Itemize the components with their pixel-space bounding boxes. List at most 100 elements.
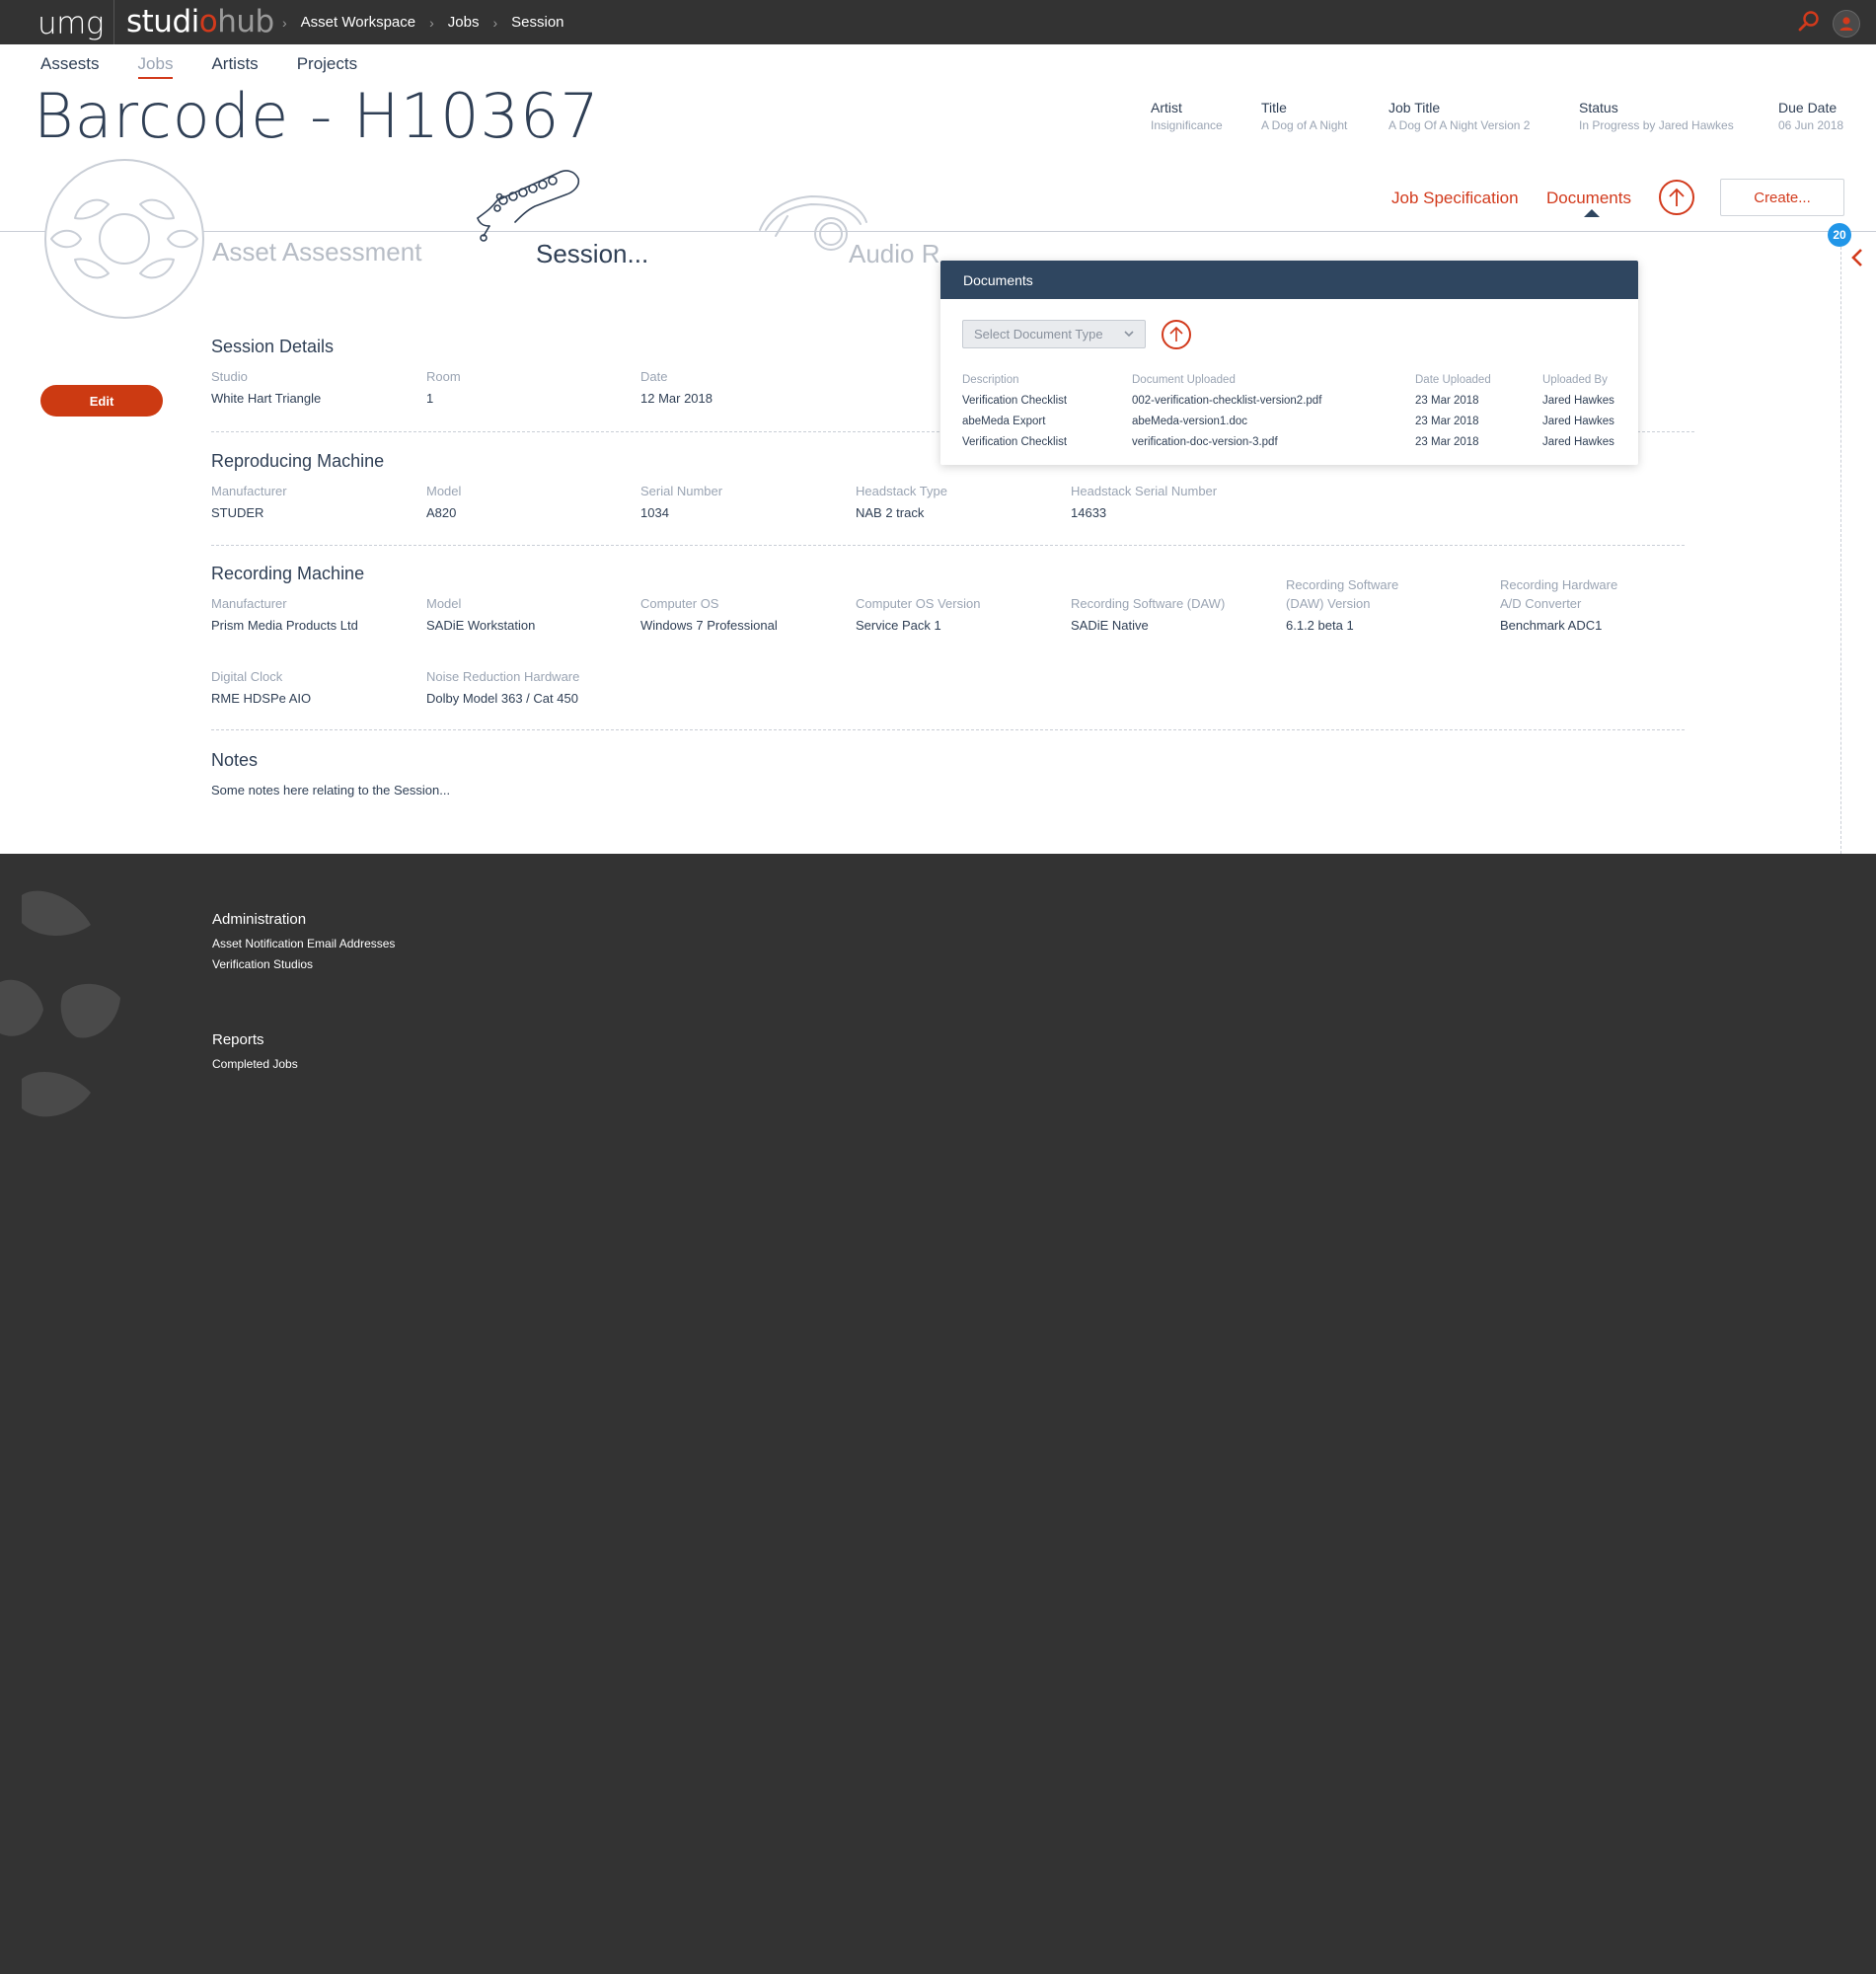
field-value: Benchmark ADC1 [1500,618,1603,633]
tape-reel-icon [44,159,204,319]
document-link[interactable]: verification-doc-version-3.pdf [1132,436,1415,448]
column-header: Description [962,373,1019,386]
field-label: Room [426,369,461,384]
right-panel-rail [1840,232,1841,854]
footer-link-completed-jobs[interactable]: Completed Jobs [212,1057,298,1071]
studiohub-logo[interactable]: studiohub [126,4,274,39]
table-row[interactable]: Verification Checklist 002-verification-… [962,390,1631,411]
user-icon[interactable] [1833,9,1860,38]
column-header: Document Uploaded [1132,373,1236,386]
footer-link-asset-notification[interactable]: Asset Notification Email Addresses [212,937,395,950]
reproducing-machine-title: Reproducing Machine [211,451,385,471]
field-value: 1034 [640,505,669,520]
meta-value: A Dog Of A Night Version 2 [1388,118,1531,132]
meta-label: Job Title [1388,100,1441,115]
field-digital-clock: Digital Clock RME HDSPe AIO [211,667,311,706]
notification-badge[interactable]: 20 [1828,223,1851,247]
document-link[interactable]: abeMeda-version1.doc [1132,416,1415,427]
field-value: SADiE Native [1071,618,1149,633]
field-value: STUDER [211,505,264,520]
field-manufacturer: Manufacturer STUDER [211,482,287,520]
document-link[interactable]: 002-verification-checklist-version2.pdf [1132,395,1415,407]
meta-label: Artist [1151,100,1182,115]
table-cell: 23 Mar 2018 [1415,394,1479,407]
table-row[interactable]: Verification Checklist verification-doc-… [962,431,1631,452]
meta-job-title: Job Title A Dog Of A Night Version 2 [1388,100,1530,132]
job-specification-link[interactable]: Job Specification [1391,189,1519,208]
field-value: 1 [426,391,434,406]
column-header: Date Uploaded [1415,373,1491,386]
field-headstack-type: Headstack Type NAB 2 track [856,482,947,520]
stage-session[interactable]: Session... [536,239,648,269]
field-label: Studio [211,369,248,384]
session-details-title: Session Details [211,337,335,356]
breadcrumb-session[interactable]: Session [511,14,563,31]
meta-value: A Dog of A Night [1261,118,1348,132]
table-cell: 23 Mar 2018 [1415,435,1479,448]
guitar-headstock-icon [477,170,580,242]
tab-projects[interactable]: Projects [297,54,357,79]
search-icon[interactable] [1797,9,1821,38]
field-value: 12 Mar 2018 [640,391,713,406]
main-content: Assests Jobs Artists Projects Barcode - … [0,44,1876,854]
footer-administration-title: Administration [212,911,307,928]
table-cell: Verification Checklist [962,435,1068,448]
stage-asset-assessment[interactable]: Asset Assessment [212,237,421,267]
field-recording-software-version: Recording Software (DAW) Version 6.1.2 b… [1286,575,1398,633]
footer-reel-graphic-icon [0,890,120,1117]
field-model: Model SADiE Workstation [426,594,535,633]
stage-audio[interactable]: Audio R [849,239,940,269]
table-row[interactable]: abeMeda Export abeMeda-version1.doc 23 M… [962,411,1631,431]
breadcrumb-jobs[interactable]: Jobs [448,14,480,31]
column-header: Uploaded By [1542,373,1608,386]
tab-artists[interactable]: Artists [211,54,258,79]
field-label: Noise Reduction Hardware [426,669,580,684]
field-computer-os: Computer OS Windows 7 Professional [640,594,778,633]
table-header: Description Document Uploaded Date Uploa… [962,369,1631,390]
field-date: Date 12 Mar 2018 [640,367,713,406]
sub-navigation: Assests Jobs Artists Projects [40,54,357,79]
edit-button[interactable]: Edit [40,385,163,417]
field-value: 14633 [1071,505,1107,520]
section-divider [211,545,1685,546]
page-title: Barcode - H10367 [34,80,600,152]
documents-table: Description Document Uploaded Date Uploa… [962,369,1631,452]
chevron-right-icon: › [492,14,498,31]
field-label: Serial Number [640,484,723,498]
top-icons [1797,9,1860,38]
notes-value: Some notes here relating to the Session.… [211,783,451,797]
field-value: Dolby Model 363 / Cat 450 [426,691,578,706]
notes-text: Some notes here relating to the Session.… [211,783,450,797]
field-headstack-serial: Headstack Serial Number 14633 [1071,482,1217,520]
field-label: Computer OS [640,596,719,611]
upload-button[interactable] [1659,180,1694,215]
meta-artist: Artist Insignificance [1151,100,1223,132]
breadcrumb-asset-workspace[interactable]: Asset Workspace [301,14,415,31]
document-type-placeholder: Select Document Type [974,327,1103,342]
field-value: NAB 2 track [856,505,925,520]
field-value: White Hart Triangle [211,391,322,406]
document-type-select[interactable]: Select Document Type [962,320,1146,348]
field-computer-os-version: Computer OS Version Service Pack 1 [856,594,980,633]
documents-popup: Documents Select Document Type Descripti… [940,261,1638,465]
meta-due-date: Due Date 06 Jun 2018 [1778,100,1843,132]
field-value: SADiE Workstation [426,618,536,633]
tab-jobs[interactable]: Jobs [137,54,174,79]
documents-popup-title: Documents [940,261,1638,299]
field-label: Model [426,596,462,611]
meta-value: Insignificance [1151,118,1223,132]
footer-link-verification-studios[interactable]: Verification Studios [212,957,313,971]
tab-assets[interactable]: Assests [40,54,100,79]
document-upload-button[interactable] [1162,320,1191,349]
field-recording-hardware: Recording Hardware A/D Converter Benchma… [1500,575,1617,633]
field-label: Computer OS Version [856,596,981,611]
create-button[interactable]: Create... [1720,179,1844,216]
field-model: Model A820 [426,482,461,520]
meta-value: 06 Jun 2018 [1778,118,1844,132]
umg-logo[interactable]: umg [38,6,104,41]
field-label: Recording Hardware [1500,577,1618,592]
documents-link[interactable]: Documents [1546,189,1631,208]
chevron-left-icon[interactable] [1849,247,1865,273]
upload-arrow-icon [1169,326,1183,342]
table-cell: Jared Hawkes [1542,435,1614,448]
